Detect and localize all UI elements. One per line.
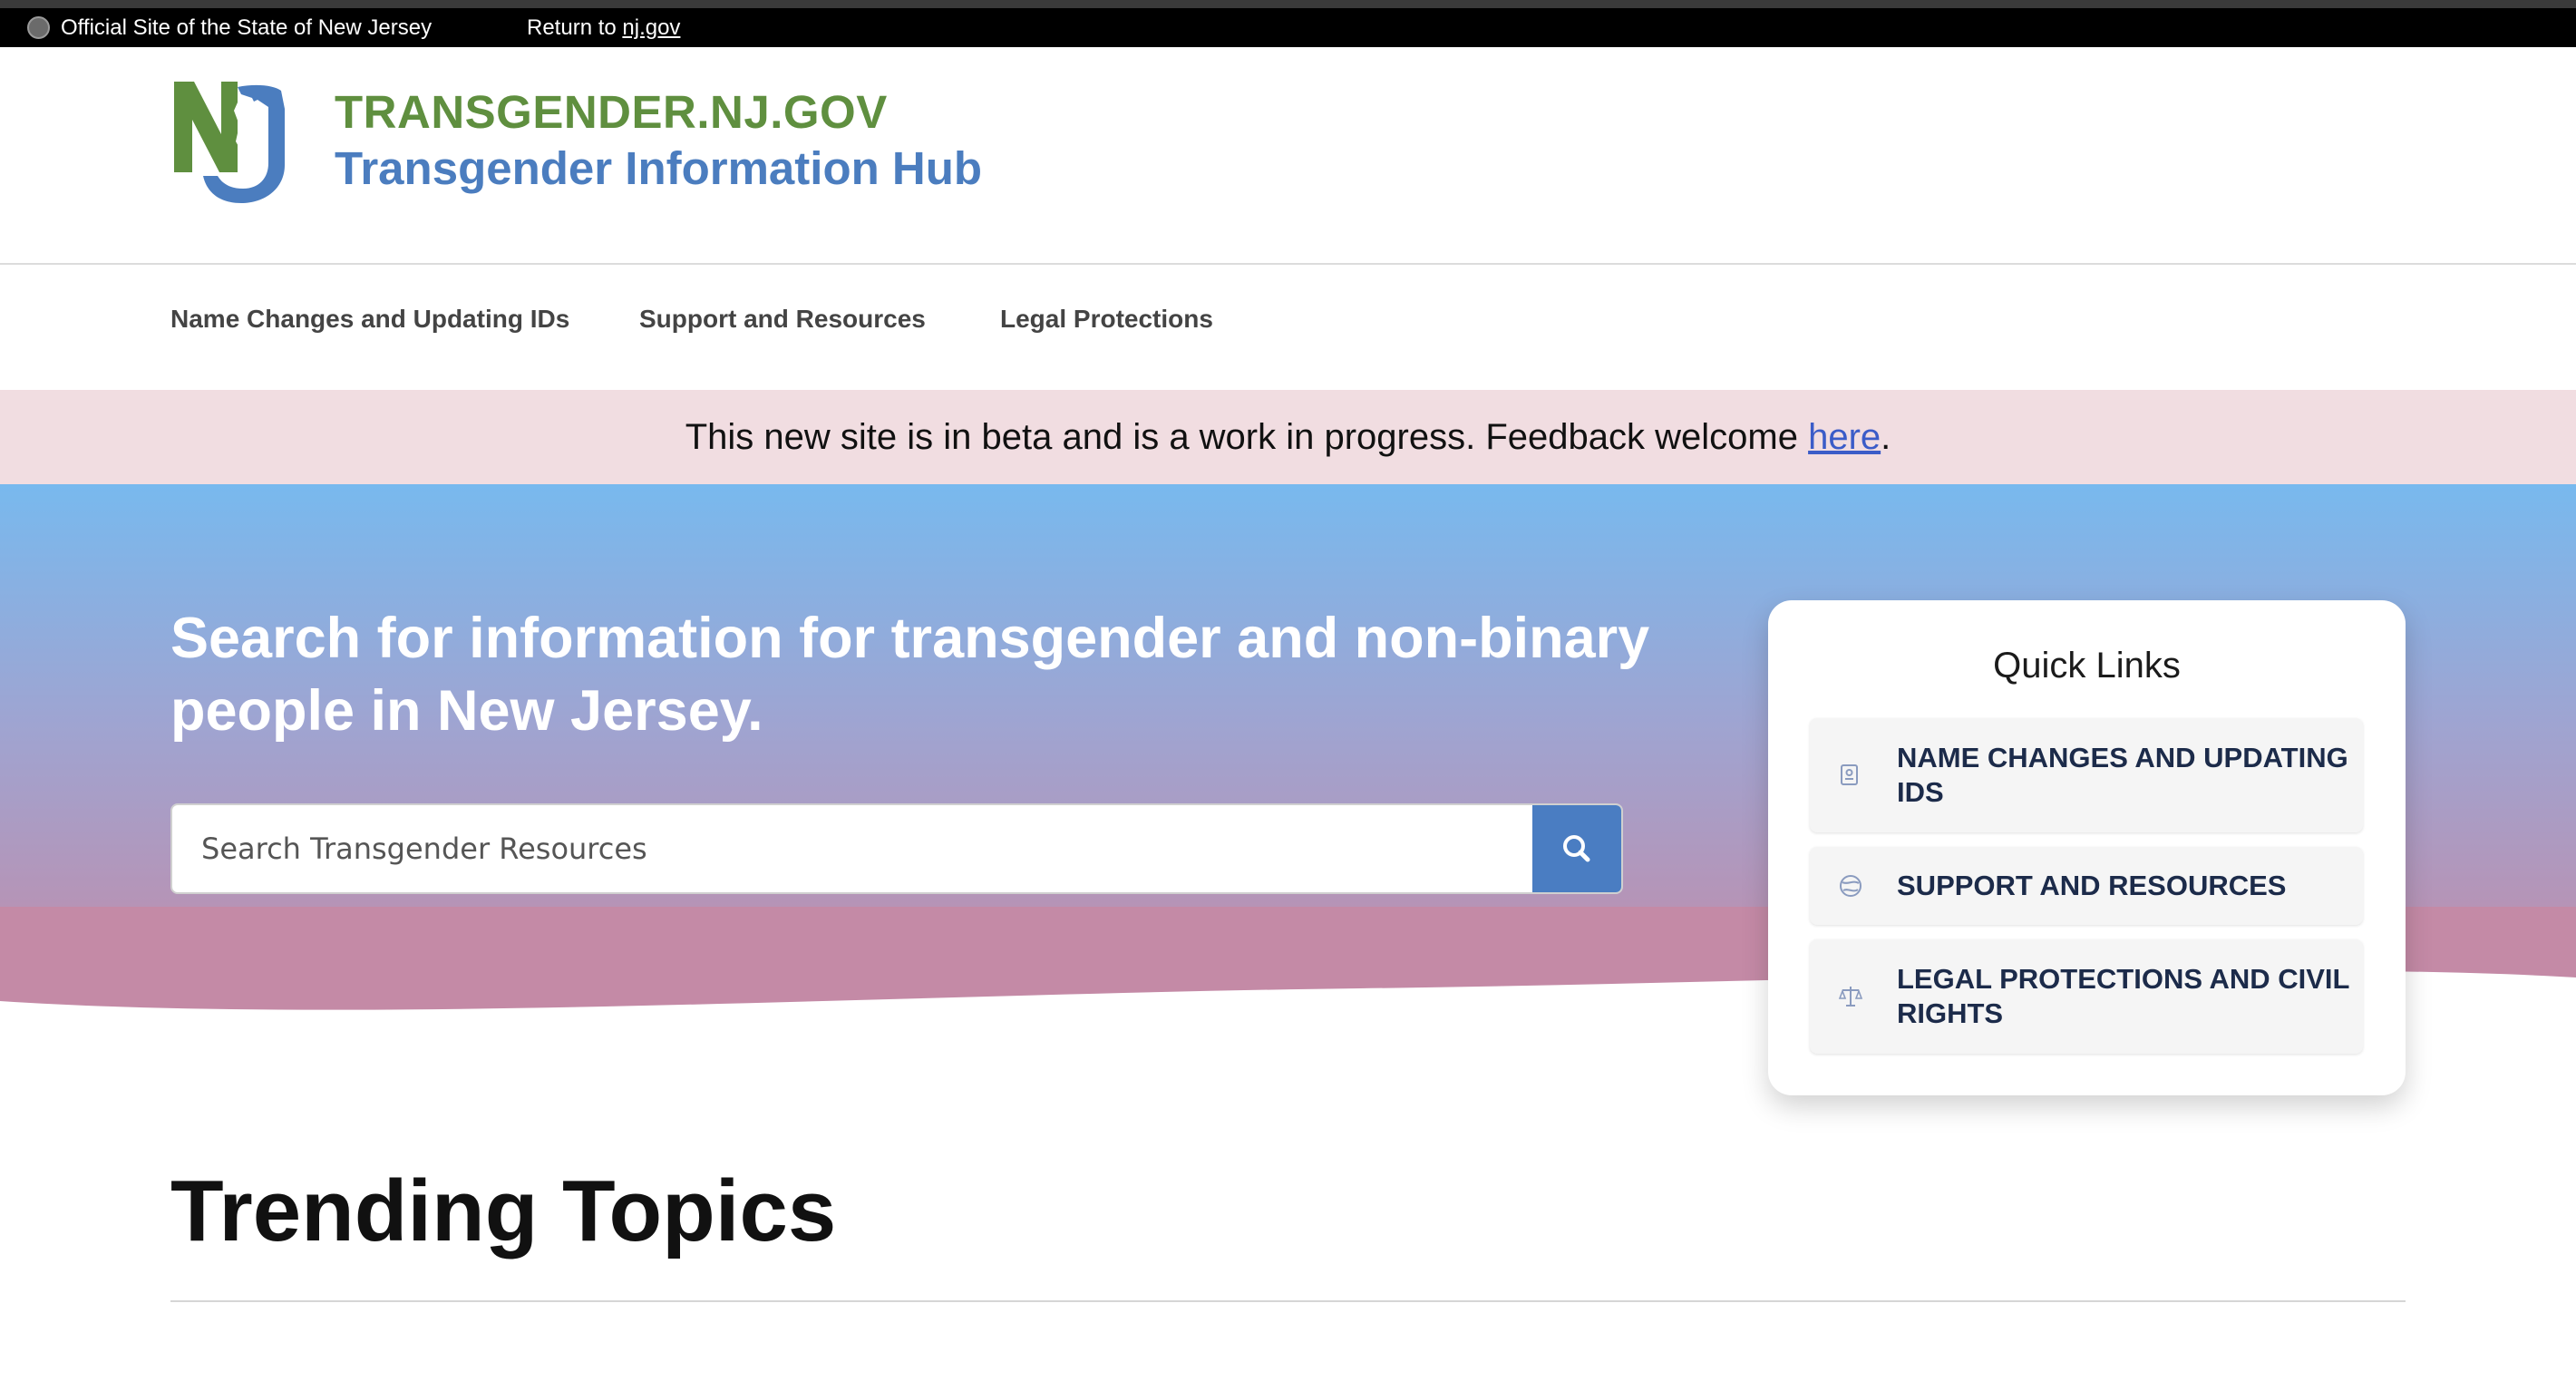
site-name[interactable]: TRANSGENDER.NJ.GOV <box>335 83 888 141</box>
search-icon <box>1563 835 1590 862</box>
section-divider <box>170 1300 2406 1302</box>
site-header: TRANSGENDER.NJ.GOV Transgender Informati… <box>0 47 2576 265</box>
trending-topics-heading: Trending Topics <box>170 1162 837 1259</box>
quick-link-support-resources[interactable]: SUPPORT AND RESOURCES <box>1810 847 2363 925</box>
search-button[interactable] <box>1532 805 1621 892</box>
official-site-banner: Official Site of the State of New Jersey… <box>0 0 2576 47</box>
nav-item-name-changes[interactable]: Name Changes and Updating IDs <box>170 301 569 337</box>
official-site-text: Official Site of the State of New Jersey <box>61 15 433 40</box>
main-nav: Name Changes and Updating IDs Support an… <box>0 265 2576 390</box>
beta-banner: This new site is in beta and is a work i… <box>0 390 2576 484</box>
globe-icon <box>1840 875 1862 897</box>
beta-message: This new site is in beta and is a work i… <box>0 390 2576 484</box>
nav-item-legal-protections[interactable]: Legal Protections <box>1000 301 1213 337</box>
beta-period: . <box>1881 417 1891 457</box>
id-card-icon <box>1841 764 1858 785</box>
quick-link-label: NAME CHANGES AND UPDATING IDS <box>1897 742 2348 808</box>
feedback-link[interactable]: here <box>1808 417 1881 457</box>
return-to-njgov: Return to nj.gov <box>527 15 680 42</box>
njgov-link[interactable]: nj.gov <box>622 15 680 40</box>
site-subtitle[interactable]: Transgender Information Hub <box>335 140 982 198</box>
quick-link-label: LEGAL PROTECTIONS AND CIVIL RIGHTS <box>1897 963 2349 1029</box>
quick-link-legal-protections[interactable]: LEGAL PROTECTIONS AND CIVIL RIGHTS <box>1810 939 2363 1054</box>
state-seal-icon <box>27 16 50 39</box>
search-box <box>170 803 1623 894</box>
hero-title: Search for information for transgender a… <box>170 607 1650 743</box>
quick-link-label: SUPPORT AND RESOURCES <box>1897 870 2287 901</box>
beta-text: This new site is in beta and is a work i… <box>685 417 1798 457</box>
scales-icon <box>1838 987 1863 1007</box>
search-input[interactable] <box>172 805 1534 892</box>
quick-links-title: Quick Links <box>1993 646 2181 686</box>
return-prefix: Return to <box>527 15 617 40</box>
nav-item-support-resources[interactable]: Support and Resources <box>639 301 926 337</box>
nj-logo-icon[interactable] <box>174 82 287 203</box>
quick-links-card: Quick Links NAME CHANGES AND UPDATING ID… <box>1768 600 2406 1095</box>
quick-link-name-changes[interactable]: NAME CHANGES AND UPDATING IDS <box>1810 718 2363 832</box>
